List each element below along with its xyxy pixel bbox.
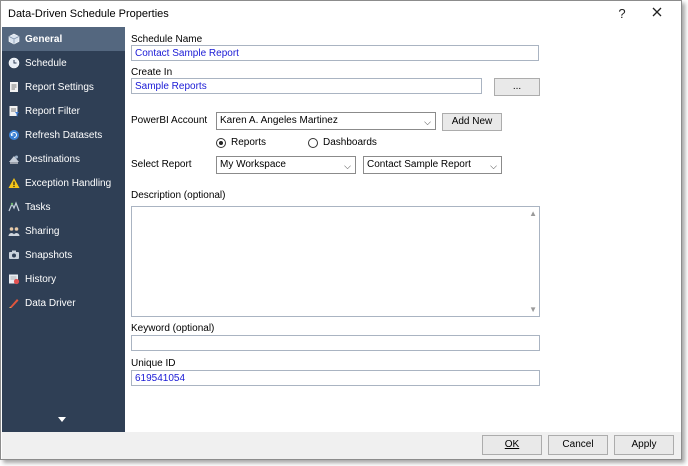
create-in-label: Create In <box>131 67 173 78</box>
sidebar-item-label: Report Filter <box>25 105 81 117</box>
sidebar-item-label: Sharing <box>25 225 60 237</box>
schedule-name-label: Schedule Name <box>131 34 203 45</box>
create-in-field[interactable]: Sample Reports <box>131 78 482 94</box>
help-button[interactable]: ? <box>613 5 631 23</box>
chevron-down-icon: ⌵ <box>490 161 497 171</box>
title-bar: Data-Driven Schedule Properties ? <box>1 1 681 27</box>
warning-icon <box>8 178 20 188</box>
sidebar-item-report-settings[interactable]: Report Settings <box>2 75 125 99</box>
sidebar-item-general[interactable]: General <box>2 27 125 51</box>
scroll-down-icon[interactable]: ▼ <box>529 305 537 314</box>
ok-button[interactable]: OK <box>482 435 542 455</box>
destinations-icon <box>9 155 19 164</box>
cube-icon <box>8 33 20 45</box>
sidebar-footer <box>2 432 125 459</box>
cancel-button-label: Cancel <box>562 439 594 450</box>
sidebar-item-label: Tasks <box>25 201 51 213</box>
report-select[interactable]: Contact Sample Report ⌵ <box>363 156 502 174</box>
chevron-down-icon: ⌵ <box>424 117 431 127</box>
radio-unselected-icon <box>308 137 318 148</box>
sidebar-item-snapshots[interactable]: Snapshots <box>2 243 125 267</box>
sidebar-item-tasks[interactable]: Tasks <box>2 195 125 219</box>
sidebar-item-history[interactable]: History <box>2 267 125 291</box>
workspace-select[interactable]: My Workspace ⌵ <box>216 156 356 174</box>
unique-id-field[interactable]: 619541054 <box>131 370 540 386</box>
cancel-button[interactable]: Cancel <box>548 435 608 455</box>
scroll-up-icon[interactable]: ▲ <box>529 209 537 218</box>
window-title: Data-Driven Schedule Properties <box>8 8 169 20</box>
description-label: Description (optional) <box>131 190 226 201</box>
sidebar-item-schedule[interactable]: Schedule <box>2 51 125 75</box>
sidebar-item-destinations[interactable]: Destinations <box>2 147 125 171</box>
close-icon <box>652 7 662 17</box>
description-textarea[interactable]: ▲ ▼ <box>131 206 540 317</box>
sidebar-item-label: Destinations <box>25 153 81 165</box>
sidebar-item-refresh-datasets[interactable]: Refresh Datasets <box>2 123 125 147</box>
sidebar-item-label: Refresh Datasets <box>25 129 103 141</box>
dialog-window: Data-Driven Schedule Properties ? Genera… <box>0 0 682 460</box>
workspace-value: My Workspace <box>220 159 286 170</box>
browse-button[interactable]: ... <box>494 78 540 96</box>
ok-button-label: OK <box>504 439 520 450</box>
sidebar-item-label: Schedule <box>25 57 67 69</box>
powerbi-account-value: Karen A. Angeles Martinez <box>220 115 338 126</box>
sidebar-item-label: General <box>25 33 63 45</box>
sidebar: General Schedule Report Settings Report … <box>2 27 125 432</box>
clock-icon <box>8 57 20 69</box>
scroll-down-arrow-icon[interactable] <box>58 417 66 422</box>
sidebar-item-label: Snapshots <box>25 249 73 261</box>
sidebar-item-sharing[interactable]: Sharing <box>2 219 125 243</box>
snapshots-icon <box>9 250 19 259</box>
keyword-field[interactable] <box>131 335 540 351</box>
sidebar-item-label: Exception Handling <box>25 177 112 189</box>
radio-reports[interactable]: Reports <box>216 137 266 148</box>
sharing-icon <box>8 227 20 236</box>
radio-dashboards[interactable]: Dashboards <box>308 137 377 148</box>
sidebar-item-data-driver[interactable]: Data Driver <box>2 291 125 315</box>
powerbi-account-select[interactable]: Karen A. Angeles Martinez ⌵ <box>216 112 436 130</box>
tasks-icon <box>8 201 20 212</box>
radio-dashboards-label: Dashboards <box>323 137 377 148</box>
schedule-name-field[interactable]: Contact Sample Report <box>131 45 539 61</box>
select-report-label: Select Report <box>131 159 192 170</box>
sidebar-item-exception-handling[interactable]: Exception Handling <box>2 171 125 195</box>
refresh-icon <box>9 130 19 140</box>
keyword-label: Keyword (optional) <box>131 323 215 334</box>
report-icon <box>10 82 18 92</box>
sidebar-item-label: Data Driver <box>25 297 76 309</box>
radio-reports-label: Reports <box>231 137 267 148</box>
report-value: Contact Sample Report <box>367 159 471 170</box>
sidebar-item-label: Report Settings <box>25 81 94 93</box>
apply-button[interactable]: Apply <box>614 435 674 455</box>
history-icon <box>9 274 20 285</box>
powerbi-account-label: PowerBI Account <box>131 115 208 126</box>
unique-id-label: Unique ID <box>131 358 176 369</box>
sidebar-item-label: History <box>25 273 57 285</box>
filter-icon <box>9 106 19 117</box>
apply-button-label: Apply <box>631 439 657 450</box>
chevron-down-icon: ⌵ <box>344 161 351 171</box>
close-button[interactable] <box>647 5 667 23</box>
radio-selected-icon <box>216 137 226 148</box>
add-new-button[interactable]: Add New <box>442 113 502 131</box>
sidebar-item-report-filter[interactable]: Report Filter <box>2 99 125 123</box>
data-driver-icon <box>9 299 19 308</box>
